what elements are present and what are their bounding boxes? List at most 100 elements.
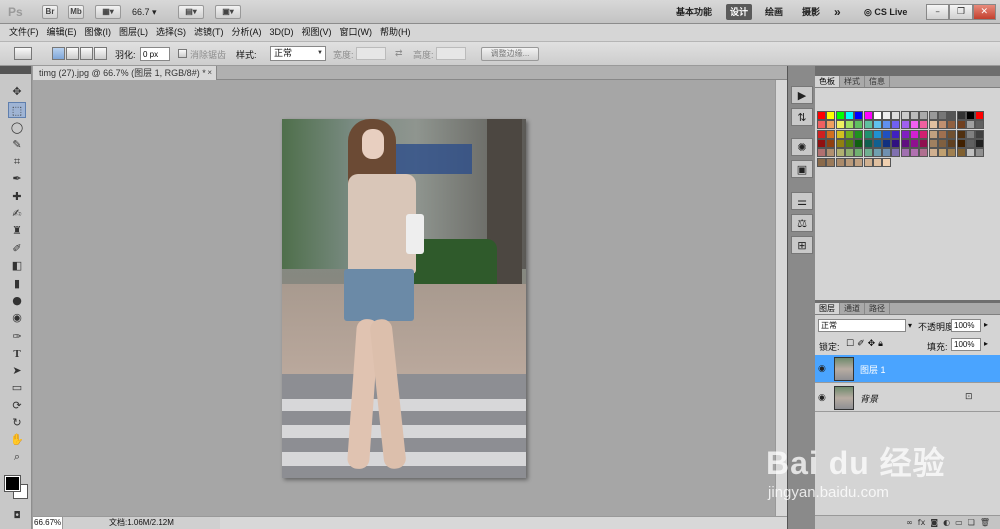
color-swatch[interactable] (937, 129, 947, 139)
close-window-icon[interactable]: ✕ (972, 4, 996, 20)
color-swatch[interactable] (826, 129, 836, 139)
color-swatch[interactable] (844, 157, 854, 167)
horizontal-scrollbar[interactable] (220, 516, 787, 529)
color-swatch[interactable] (882, 148, 892, 158)
history-brush-tool-icon[interactable]: ✐ (8, 241, 26, 257)
restore-icon[interactable]: ❐ (949, 4, 973, 20)
color-swatch[interactable] (947, 138, 957, 148)
color-swatch[interactable] (844, 120, 854, 130)
color-swatch[interactable] (919, 111, 929, 120)
foreground-color-swatch[interactable] (4, 475, 21, 492)
arrange-documents-button[interactable]: ▤▾ (178, 5, 204, 19)
menu-3d[interactable]: 3D(D) (267, 24, 299, 41)
color-swatch[interactable] (956, 129, 966, 139)
pen-tool-icon[interactable]: ✑ (8, 329, 26, 345)
color-swatch[interactable] (882, 157, 892, 167)
color-swatch[interactable] (928, 138, 938, 148)
clone-source-icon[interactable]: ⊞ (791, 236, 813, 254)
menu-window[interactable]: 窗口(W) (337, 24, 378, 41)
color-swatch[interactable] (872, 148, 882, 158)
color-swatch[interactable] (965, 129, 975, 139)
color-swatch[interactable] (937, 148, 947, 158)
color-swatch[interactable] (817, 157, 826, 167)
type-tool-icon[interactable]: T (8, 346, 26, 362)
color-swatch[interactable] (891, 138, 901, 148)
color-swatch[interactable] (956, 148, 966, 158)
color-swatch[interactable] (835, 111, 845, 120)
crop-tool-icon[interactable]: ⌗ (8, 154, 26, 170)
color-swatch[interactable] (919, 129, 929, 139)
color-swatch[interactable] (975, 129, 985, 139)
color-swatch[interactable] (872, 129, 882, 139)
panel-collapse-bar[interactable] (815, 66, 1000, 76)
color-swatch[interactable] (956, 138, 966, 148)
workspace-photography[interactable]: 摄影 (798, 4, 824, 20)
workspace-essentials[interactable]: 基本功能 (672, 4, 716, 20)
color-swatch[interactable] (965, 111, 975, 120)
color-swatch[interactable] (919, 148, 929, 158)
color-swatch[interactable] (900, 138, 910, 148)
menu-select[interactable]: 选择(S) (153, 24, 191, 41)
color-swatch[interactable] (844, 111, 854, 120)
color-swatch[interactable] (854, 111, 864, 120)
color-swatch[interactable] (910, 120, 919, 130)
color-swatch[interactable] (872, 157, 882, 167)
mini-bridge-button[interactable]: Mb (68, 5, 84, 19)
tab-channels[interactable]: 通道 (840, 303, 865, 314)
path-selection-tool-icon[interactable]: ➤ (8, 363, 26, 379)
color-swatch[interactable] (863, 129, 873, 139)
color-swatch[interactable] (863, 120, 873, 130)
layer-row-background[interactable]: ◉ 背景 ⊡ (815, 384, 1000, 412)
color-swatch[interactable] (826, 111, 836, 120)
add-to-selection-icon[interactable] (66, 47, 79, 60)
intersect-selection-icon[interactable] (94, 47, 107, 60)
color-swatch[interactable] (928, 111, 938, 120)
color-swatch[interactable] (928, 120, 938, 130)
color-swatch[interactable] (844, 129, 854, 139)
color-swatch[interactable] (928, 148, 938, 158)
view-extras-button[interactable]: ▦▾ (95, 5, 121, 19)
color-swatch[interactable] (817, 120, 826, 130)
color-swatch[interactable] (900, 120, 910, 130)
color-swatch[interactable] (872, 138, 882, 148)
brush-tool-icon[interactable]: ✍ (8, 206, 26, 222)
document-size-info[interactable]: 文档:1.06M/2.12M (109, 517, 174, 529)
height-input[interactable] (436, 47, 466, 60)
menu-filter[interactable]: 滤镜(T) (191, 24, 229, 41)
color-swatch[interactable] (854, 120, 864, 130)
color-swatch[interactable] (900, 111, 910, 120)
color-swatch[interactable] (826, 138, 836, 148)
color-swatch[interactable] (891, 111, 901, 120)
color-swatch[interactable] (975, 138, 985, 148)
color-swatch[interactable] (835, 138, 845, 148)
tool-preset-picker[interactable] (14, 47, 32, 60)
quick-select-tool-icon[interactable]: ✎ (8, 137, 26, 153)
lasso-tool-icon[interactable]: ◯ (8, 120, 26, 136)
color-swatch[interactable] (937, 138, 947, 148)
color-swatch[interactable] (835, 157, 845, 167)
color-swatch[interactable] (863, 138, 873, 148)
color-swatch[interactable] (937, 120, 947, 130)
color-swatch[interactable] (975, 148, 985, 158)
menu-help[interactable]: 帮助(H) (377, 24, 416, 41)
color-swatch[interactable] (817, 111, 826, 120)
zoom-level-select[interactable]: 66.7 ▾ (132, 5, 170, 19)
marquee-tool-icon[interactable]: ⬚ (8, 102, 26, 118)
color-swatch[interactable] (965, 148, 975, 158)
color-swatch[interactable] (937, 111, 947, 120)
healing-brush-tool-icon[interactable]: ✚ (8, 189, 26, 205)
feather-input[interactable] (140, 47, 170, 61)
fill-input[interactable]: 100% (951, 338, 981, 351)
color-swatch[interactable] (947, 129, 957, 139)
color-swatch[interactable] (826, 148, 836, 158)
color-swatch[interactable] (882, 129, 892, 139)
clone-stamp-tool-icon[interactable]: ♜ (8, 223, 26, 239)
workspace-design[interactable]: 设计 (726, 4, 753, 20)
color-swatch[interactable] (882, 120, 892, 130)
color-swatch[interactable] (826, 120, 836, 130)
more-workspaces-button[interactable]: » (830, 4, 845, 20)
color-swatch[interactable] (900, 129, 910, 139)
width-input[interactable] (356, 47, 386, 60)
eraser-tool-icon[interactable]: ◧ (8, 258, 26, 274)
menu-layer[interactable]: 图层(L) (116, 24, 153, 41)
